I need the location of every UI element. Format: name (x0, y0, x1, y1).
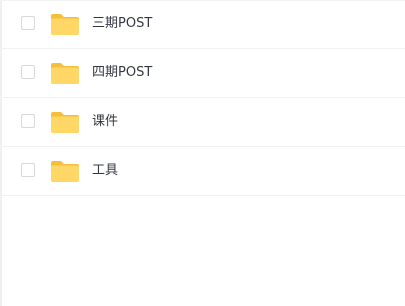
folder-icon (50, 159, 80, 183)
folder-icon (50, 12, 80, 36)
folder-icon (50, 110, 80, 134)
folder-name[interactable]: 工具 (92, 162, 118, 180)
folder-icon (50, 61, 80, 85)
file-list: 三期POST 四期POST 课件 工具 (0, 0, 405, 196)
list-item-folder[interactable]: 三期POST (0, 0, 405, 49)
select-checkbox[interactable] (21, 114, 35, 128)
list-item-folder[interactable]: 四期POST (0, 49, 405, 98)
folder-name[interactable]: 课件 (92, 113, 118, 131)
select-checkbox[interactable] (21, 16, 35, 30)
list-item-folder[interactable]: 工具 (0, 147, 405, 196)
list-item-folder[interactable]: 课件 (0, 98, 405, 147)
select-checkbox[interactable] (21, 163, 35, 177)
folder-name[interactable]: 三期POST (92, 15, 152, 33)
folder-name[interactable]: 四期POST (92, 64, 152, 82)
select-checkbox[interactable] (21, 65, 35, 79)
